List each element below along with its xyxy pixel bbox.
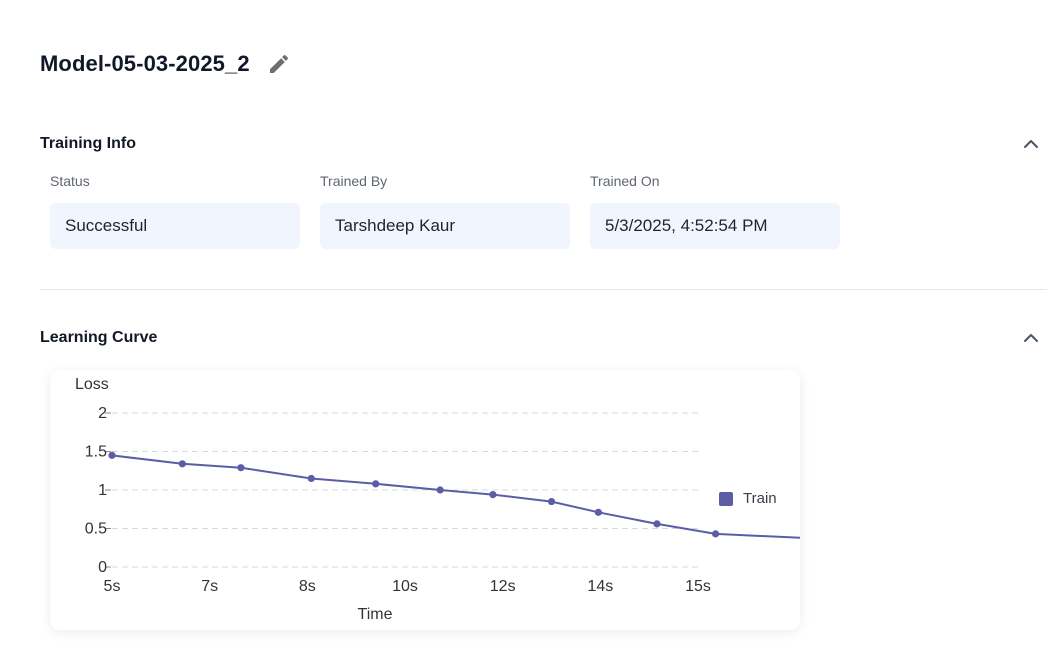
status-field: Status Successful (50, 172, 300, 249)
x-axis-label: Time (358, 606, 393, 623)
train-data-point (594, 508, 602, 516)
status-label: Status (50, 173, 90, 189)
learning-curve-title: Learning Curve (40, 329, 158, 346)
learning-curve-plot: 0 0.5 1 1.5 2 5s 7s 8s 10s 12s 14s 15s Loss Time (75, 376, 800, 623)
status-value: Successful (50, 203, 300, 249)
trained-on-field: Trained On 5/3/2025, 4:52:54 PM (590, 172, 840, 249)
learning-curve-chart: 0 0.5 1 1.5 2 5s 7s 8s 10s 12s 14s 15s Loss Time T… (50, 370, 800, 630)
trained-by-field: Trained By Tarshdeep Kaur (320, 172, 570, 249)
trained-on-label: Trained On (590, 173, 660, 189)
legend-label-train: Train (743, 490, 777, 507)
x-tick-label: 5s (104, 578, 121, 595)
trained-on-value: 5/3/2025, 4:52:54 PM (590, 203, 840, 249)
x-tick-label: 8s (299, 578, 316, 595)
x-tick-label: 15s (685, 578, 711, 595)
x-tick-label: 14s (587, 578, 613, 595)
x-tick-label: 7s (201, 578, 218, 595)
learning-curve-header[interactable]: Learning Curve (40, 326, 1047, 350)
chevron-up-icon (1024, 334, 1038, 342)
train-data-point (307, 474, 315, 483)
y-axis-label: Loss (75, 376, 109, 393)
training-info-header[interactable]: Training Info (40, 132, 1047, 156)
model-header: Model-05-03-2025_2 (40, 48, 292, 80)
train-data-point (237, 464, 245, 472)
section-divider (40, 289, 1047, 290)
y-tick-label: 2 (98, 405, 107, 422)
model-title: Model-05-03-2025_2 (40, 51, 250, 76)
y-tick-label: 1.5 (85, 444, 107, 461)
train-series-line (111, 454, 800, 539)
x-tick-label: 12s (490, 578, 516, 595)
train-data-point (547, 497, 556, 506)
y-tick-label: 0 (98, 559, 107, 576)
training-info-collapse-button[interactable] (1019, 132, 1043, 156)
chevron-up-icon (1024, 140, 1038, 148)
edit-name-button[interactable] (266, 51, 292, 77)
train-data-point (372, 480, 380, 488)
train-data-point (711, 530, 720, 538)
x-tick-label: 10s (392, 578, 418, 595)
train-data-point (178, 460, 186, 468)
training-info-title: Training Info (40, 135, 136, 152)
y-tick-label: 0.5 (85, 521, 107, 538)
trained-by-label: Trained By (320, 173, 388, 189)
train-data-point (436, 486, 444, 494)
trained-by-value: Tarshdeep Kaur (320, 203, 570, 249)
chart-legend[interactable]: Train (719, 490, 777, 507)
y-tick-label: 1 (98, 482, 107, 499)
legend-swatch-train (719, 491, 733, 506)
train-data-point (108, 451, 116, 459)
train-data-point (489, 491, 497, 499)
train-data-point (653, 520, 661, 528)
pencil-icon (269, 54, 288, 73)
learning-curve-collapse-button[interactable] (1019, 326, 1043, 350)
